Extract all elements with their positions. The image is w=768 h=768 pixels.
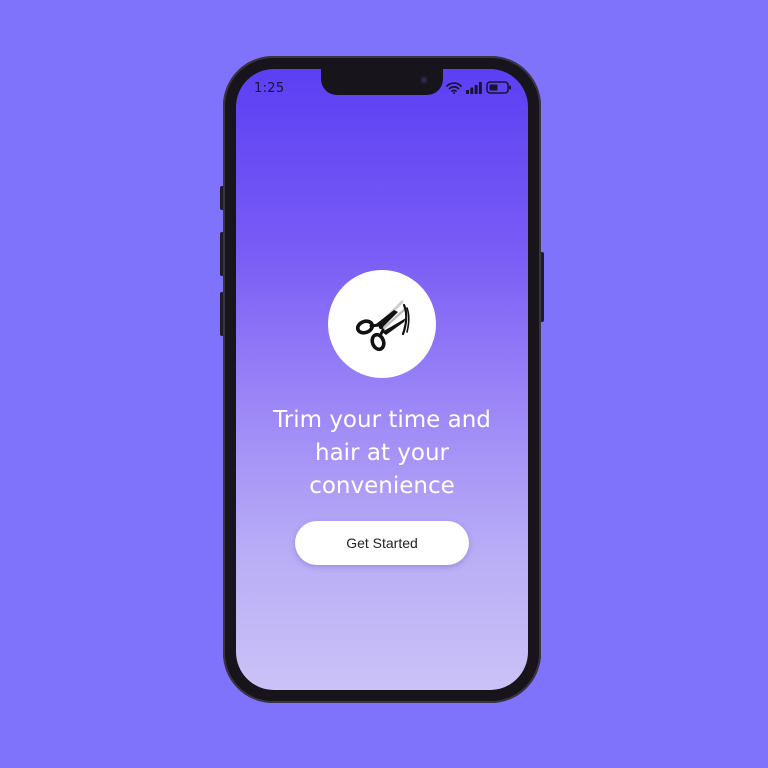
notch (321, 69, 443, 95)
headline-line-3: convenience (309, 473, 455, 499)
status-time: 1:25 (254, 81, 285, 96)
scissors-icon (355, 300, 410, 352)
headline: Trim your time and hair at your convenie… (246, 404, 518, 503)
app-logo (328, 270, 436, 378)
app-screen: 1:25 Trim your time and hair at your con… (236, 69, 528, 690)
signal-icon (466, 81, 482, 94)
headline-line-1: Trim your time and (273, 407, 491, 433)
phone-frame: 1:25 Trim your time and hair at your con… (223, 56, 541, 703)
battery-icon (486, 81, 511, 94)
headline-line-2: hair at your (315, 440, 449, 466)
canvas: 1:25 Trim your time and hair at your con… (0, 0, 768, 768)
get-started-button[interactable]: Get Started (295, 521, 469, 565)
camera-icon (421, 77, 427, 83)
status-icons (446, 81, 512, 94)
wifi-icon (446, 81, 462, 94)
